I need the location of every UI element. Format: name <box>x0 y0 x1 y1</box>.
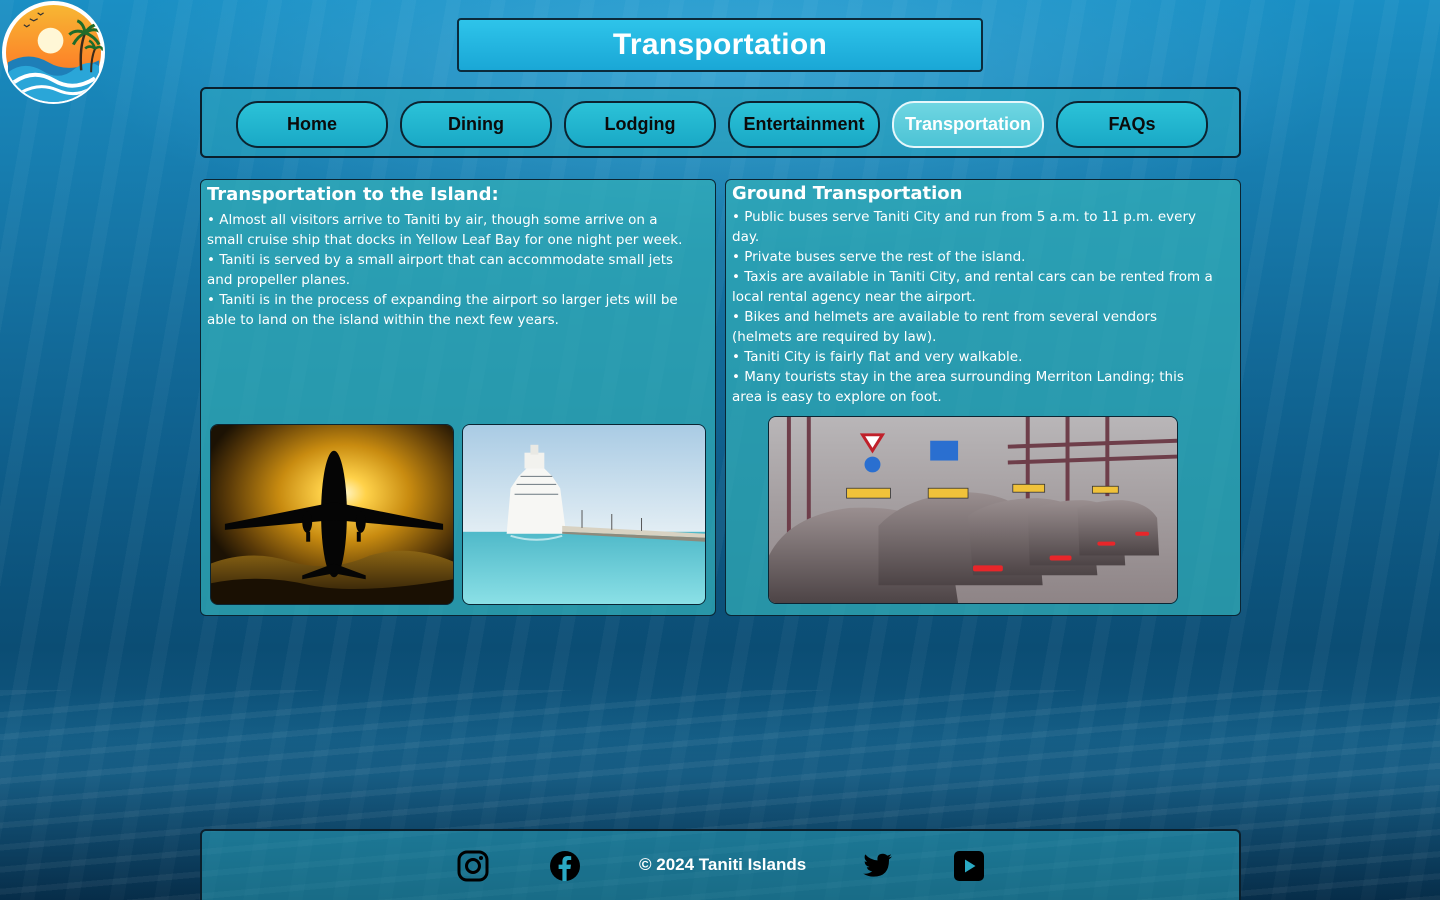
twitter-icon[interactable] <box>861 850 893 882</box>
list-item: • Taniti City is fairly flat and very wa… <box>732 349 1023 365</box>
list-item: • Public buses serve Taniti City and run… <box>732 209 1197 245</box>
nav-faqs-button[interactable]: FAQs <box>1056 101 1208 148</box>
nav-dining-button[interactable]: Dining <box>400 101 552 148</box>
sunset-palm-logo-icon <box>5 4 103 102</box>
island-transport-panel: Transportation to the Island: • Almost a… <box>200 179 716 616</box>
nav-entertainment-button[interactable]: Entertainment <box>728 101 880 148</box>
main-nav: Home Dining Lodging Entertainment Transp… <box>200 87 1241 158</box>
nav-transportation-button[interactable]: Transportation <box>892 101 1044 148</box>
list-item: • Almost all visitors arrive to Taniti b… <box>207 212 683 248</box>
airplane-photo <box>210 424 454 605</box>
taxi-rank-photo <box>768 416 1178 604</box>
island-transport-list: • Almost all visitors arrive to Taniti b… <box>207 210 693 330</box>
list-item: • Taniti is served by a small airport th… <box>207 252 674 288</box>
site-logo[interactable] <box>2 1 105 104</box>
copyright-text: © 2024 Taniti Islands <box>639 855 807 874</box>
list-item: • Bikes and helmets are available to ren… <box>732 309 1157 345</box>
nav-lodging-button[interactable]: Lodging <box>564 101 716 148</box>
list-item: • Many tourists stay in the area surroun… <box>732 369 1184 405</box>
instagram-icon[interactable] <box>457 850 489 882</box>
cruise-ship-photo <box>462 424 706 605</box>
facebook-icon[interactable] <box>549 850 581 882</box>
ground-transport-list: • Public buses serve Taniti City and run… <box>732 207 1216 407</box>
nav-home-button[interactable]: Home <box>236 101 388 148</box>
youtube-icon[interactable] <box>953 850 985 882</box>
list-item: • Private buses serve the rest of the is… <box>732 249 1026 265</box>
page-title-box: Transportation <box>457 18 983 72</box>
ground-transport-panel: Ground Transportation • Public buses ser… <box>725 179 1241 616</box>
list-item: • Taniti is in the process of expanding … <box>207 292 678 328</box>
footer: © 2024 Taniti Islands <box>200 829 1241 900</box>
island-transport-heading: Transportation to the Island: <box>207 184 499 205</box>
list-item: • Taxis are available in Taniti City, an… <box>732 269 1213 305</box>
page-title: Transportation <box>612 28 828 61</box>
ground-transport-heading: Ground Transportation <box>732 183 963 204</box>
